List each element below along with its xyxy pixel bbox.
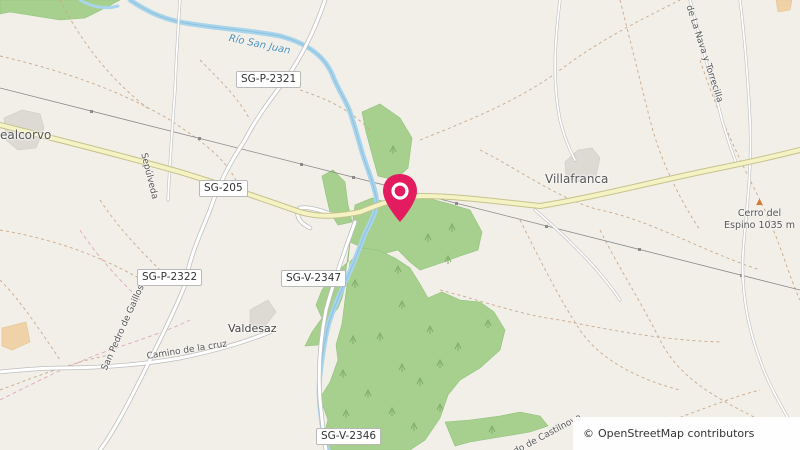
location-marker[interactable] (380, 172, 420, 226)
copyright-icon: © (583, 427, 594, 440)
road-shield-sg205: SG-205 (199, 180, 248, 197)
boundary-lines (0, 229, 191, 401)
road-shield-sgp2321: SG-P-2321 (236, 71, 302, 88)
peak-name-line1: Cerro del (737, 208, 782, 219)
peak-elevation: 1035 m (758, 220, 795, 231)
road-shield-sgv2347: SG-V-2347 (281, 270, 347, 287)
peak-cerro-del-espino: ▲ Cerro del Espino 1035 m (724, 196, 795, 232)
map-attribution: © OpenStreetMap contributors (573, 417, 800, 450)
peak-name-line2: Espino (724, 220, 756, 231)
map-canvas[interactable]: Villafranca Valdesaz ealcorvo SG-205 SG-… (0, 0, 800, 450)
attribution-link[interactable]: OpenStreetMap contributors (598, 427, 754, 440)
map-pin-icon (383, 174, 417, 222)
place-label-realcorvo: ealcorvo (0, 128, 52, 142)
forest-areas (0, 0, 549, 450)
road-shield-sgp2322: SG-P-2322 (137, 269, 203, 286)
place-label-valdesaz: Valdesaz (228, 322, 277, 335)
place-label-villafranca: Villafranca (545, 172, 609, 186)
road-shield-sgv2346: SG-V-2346 (316, 428, 382, 445)
peak-triangle-icon: ▲ (756, 197, 763, 207)
